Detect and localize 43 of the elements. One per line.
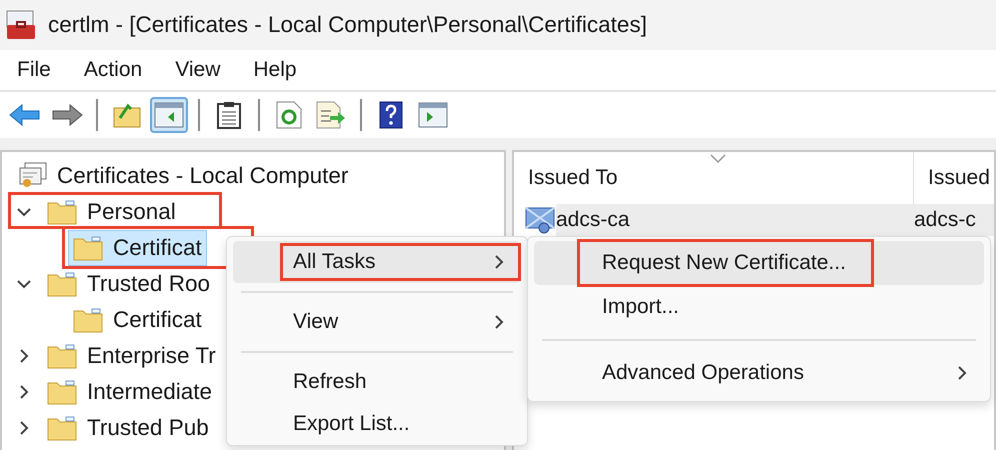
sort-caret-icon — [710, 154, 726, 164]
column-header[interactable]: Issued — [914, 152, 994, 204]
certificate-store-icon — [19, 162, 47, 190]
forward-arrow-icon — [51, 103, 83, 127]
tree-item[interactable]: Enterprise Tr — [42, 338, 221, 374]
menu-item[interactable]: Request New Certificate... — [534, 241, 984, 285]
menu-item[interactable]: Export List... — [233, 403, 521, 445]
refresh-icon — [276, 101, 302, 129]
menu-bar-item[interactable]: File — [8, 54, 60, 86]
menu-item[interactable]: Import... — [534, 285, 984, 329]
folder-icon — [73, 235, 103, 261]
menu-item[interactable]: Refresh — [233, 361, 521, 403]
tree-item[interactable]: Personal — [42, 194, 181, 230]
folder-icon — [73, 307, 103, 333]
folder-icon — [47, 199, 77, 225]
menu-item[interactable]: All Tasks — [233, 241, 521, 283]
tree-item[interactable]: Trusted Roo — [42, 266, 215, 302]
back-arrow-icon — [9, 103, 41, 127]
folder-icon — [47, 415, 77, 441]
folder-up-icon — [113, 102, 141, 128]
clipboard-icon — [217, 101, 241, 129]
tree-pane-icon — [154, 102, 184, 128]
tree-item[interactable]: Intermediate — [42, 374, 218, 410]
menu-item[interactable]: View — [233, 301, 521, 343]
action-pane-icon — [418, 102, 448, 128]
folder-icon — [47, 379, 77, 405]
tree-item[interactable]: Certificat — [68, 230, 207, 266]
menu-bar-item[interactable]: Action — [74, 54, 152, 86]
menu-item[interactable]: Advanced Operations — [534, 351, 984, 395]
table-cell-text: adcs-c — [914, 208, 977, 232]
folder-icon — [47, 271, 77, 297]
tree-root-item[interactable]: Certificates - Local Computer — [14, 158, 354, 194]
table-cell-text: adcs-ca — [556, 208, 631, 232]
window-title: certlm - [Certificates - Local Computer\Personal\Certificates] — [48, 12, 647, 38]
help-icon — [379, 101, 403, 129]
folder-icon — [47, 343, 77, 369]
menu-bar-item[interactable]: View — [166, 54, 230, 86]
app-icon — [6, 10, 36, 40]
list-row[interactable]: adcs-ca adcs-c — [556, 204, 994, 236]
tree-item[interactable]: Certificat — [68, 302, 207, 338]
menu-bar-item[interactable]: Help — [244, 54, 306, 86]
tree-item[interactable]: Trusted Pub — [42, 410, 214, 446]
export-list-icon — [316, 101, 346, 129]
